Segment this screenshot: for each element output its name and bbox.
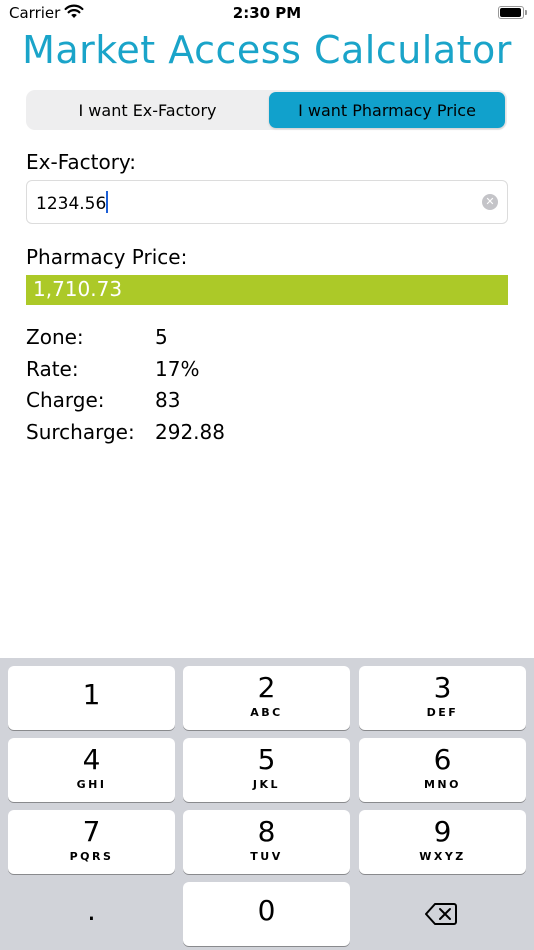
key-4[interactable]: 4 GHI [8, 738, 175, 802]
rate-value: 17% [155, 356, 200, 381]
key-1[interactable]: 1 [8, 666, 175, 730]
status-time: 2:30 PM [232, 4, 302, 22]
charge-value: 83 [155, 388, 181, 412]
key-5[interactable]: 5 JKL [183, 738, 350, 802]
battery-icon [498, 6, 527, 19]
app-title: Market Access Calculator [22, 28, 512, 72]
key-8[interactable]: 8 TUV [183, 810, 350, 874]
ex-factory-label: Ex-Factory: [26, 150, 137, 174]
backspace-icon [425, 902, 457, 930]
numeric-keypad: 1 2 ABC 3 DEF 4 GHI 5 JKL 6 MNO 7 PQRS 8… [0, 658, 534, 950]
key-decimal[interactable]: . [8, 882, 175, 946]
ex-factory-input[interactable]: 1234.56 ✕ [26, 180, 508, 224]
segment-ex-factory[interactable]: I want Ex-Factory [28, 92, 267, 128]
pharmacy-price-value: 1,710.73 [33, 277, 123, 301]
text-caret [106, 191, 109, 213]
mode-segmented-control: I want Ex-Factory I want Pharmacy Price [26, 90, 507, 130]
key-7[interactable]: 7 PQRS [8, 810, 175, 874]
segment-pharmacy-price[interactable]: I want Pharmacy Price [269, 92, 505, 128]
status-bar: Carrier 2:30 PM [0, 0, 534, 28]
ex-factory-value: 1234.56 [36, 194, 107, 214]
zone-value: 5 [155, 325, 168, 349]
pharmacy-price-result: 1,710.73 [26, 275, 508, 305]
key-0[interactable]: 0 [183, 882, 350, 946]
rate-label: Rate: [26, 356, 79, 381]
surcharge-label: Surcharge: [26, 419, 135, 444]
surcharge-value: 292.88 [155, 419, 225, 444]
clear-icon[interactable]: ✕ [482, 194, 498, 210]
charge-label: Charge: [26, 388, 105, 412]
key-delete[interactable] [359, 882, 526, 946]
key-3[interactable]: 3 DEF [359, 666, 526, 730]
key-2[interactable]: 2 ABC [183, 666, 350, 730]
pharmacy-price-label: Pharmacy Price: [26, 245, 188, 269]
key-9[interactable]: 9 WXYZ [359, 810, 526, 874]
key-6[interactable]: 6 MNO [359, 738, 526, 802]
zone-label: Zone: [26, 325, 84, 349]
